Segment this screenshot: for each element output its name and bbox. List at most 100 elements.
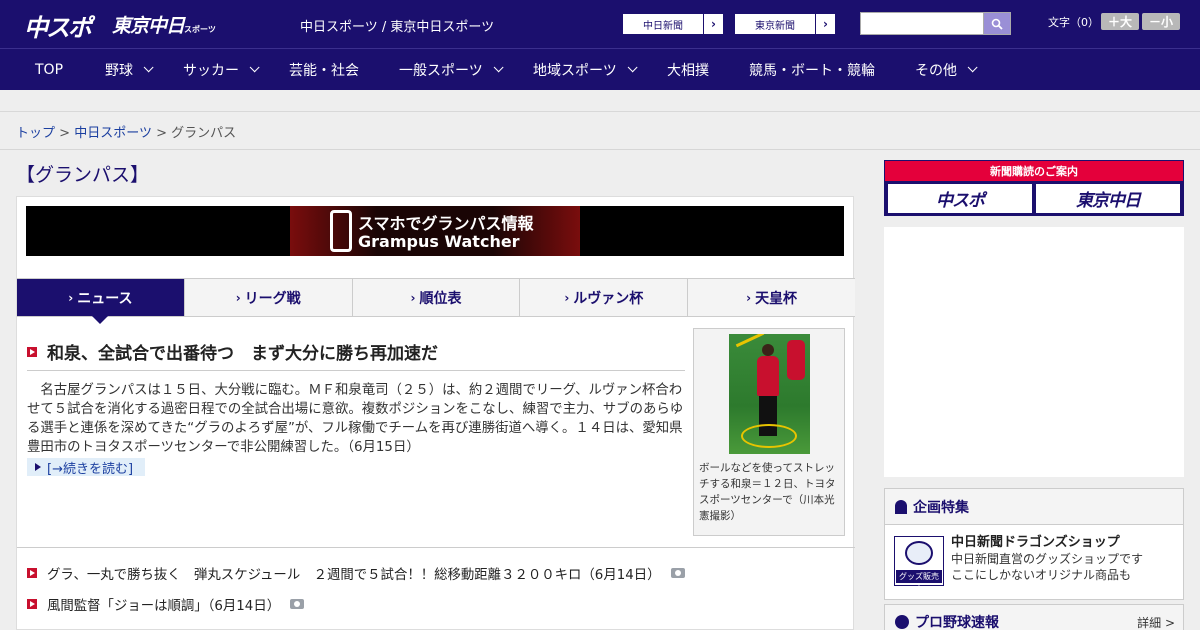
nav-racing-label: 競馬・ボート・競輪 bbox=[749, 62, 875, 79]
chevron-right-icon: › bbox=[815, 14, 835, 34]
breadcrumb-home[interactable]: トップ bbox=[16, 126, 55, 141]
article-body: 名古屋グランパスは１５日、大分戦に臨む。ＭＦ和泉竜司（２５）は、約２週間でリーグ… bbox=[27, 383, 684, 455]
font-size-label: 文字（0） bbox=[1048, 16, 1099, 29]
grampus-watcher-banner[interactable]: スマホでグランパス情報 Grampus Watcher bbox=[26, 206, 844, 256]
shop-desc-line1: 中日新聞直営のグッズショップです bbox=[951, 552, 1144, 566]
nav-entertainment[interactable]: 芸能・社会 bbox=[289, 49, 359, 90]
subscription-banner: 新聞購読のご案内 中スポ 東京中日 bbox=[884, 160, 1184, 216]
headline-divider bbox=[27, 370, 685, 371]
page-title: 【グランパス】 bbox=[16, 164, 150, 186]
nav-local-sports[interactable]: 地域スポーツ bbox=[533, 49, 638, 90]
list-item[interactable]: 風間監督「ジョーは順調」（6月14日） bbox=[27, 594, 305, 614]
nav-sumo-label: 大相撲 bbox=[667, 62, 709, 79]
nav-general-sports[interactable]: 一般スポーツ bbox=[399, 49, 504, 90]
chevron-down-icon bbox=[493, 62, 504, 73]
nav-sumo[interactable]: 大相撲 bbox=[667, 49, 709, 90]
chevron-down-icon bbox=[967, 62, 978, 73]
chevron-right-icon: › bbox=[564, 290, 570, 305]
shop-desc-line2: ここにしかないオリジナル商品も bbox=[951, 568, 1132, 582]
nav-soccer-label: サッカー bbox=[183, 62, 239, 79]
tokyo-chunichi-logo[interactable]: 東京中日スポーツ bbox=[112, 11, 216, 38]
tab-emperors-cup[interactable]: › 天皇杯 bbox=[688, 279, 855, 316]
tab-news-label: ニュース bbox=[77, 290, 133, 307]
promo-line2: Grampus Watcher bbox=[358, 232, 520, 251]
photo-figure bbox=[757, 356, 779, 396]
chevron-down-icon bbox=[249, 62, 260, 73]
read-more-label: [→続きを読む] bbox=[47, 461, 134, 477]
dragons-shop-thumbnail[interactable]: グッズ販売中 bbox=[894, 536, 944, 594]
dragons-shop-desc: 中日新聞直営のグッズショップです ここにしかないオリジナル商品も bbox=[951, 551, 1143, 583]
tokyo-shimbun-link[interactable]: 東京新聞 › bbox=[734, 13, 836, 35]
nav-top-label: TOP bbox=[35, 61, 64, 78]
tab-standings[interactable]: › 順位表 bbox=[352, 279, 521, 316]
site-name: 中日スポーツ / 東京中日スポーツ bbox=[300, 20, 495, 35]
photo-bg-figure bbox=[787, 340, 805, 380]
chevron-down-icon bbox=[627, 62, 638, 73]
subscribe-tokyo-button[interactable]: 東京中日 bbox=[1036, 184, 1180, 213]
font-size-up-button[interactable]: ＋大 bbox=[1101, 13, 1139, 30]
chevron-right-icon: › bbox=[703, 14, 723, 34]
feature-widget: 企画特集 グッズ販売中 中日新聞ドラゴンズショップ 中日新聞直営のグッズショップ… bbox=[884, 488, 1184, 600]
article-photo-box: ボールなどを使ってストレッチする和泉＝１２日、トヨタスポーツセンターで（川本光憲… bbox=[693, 328, 845, 536]
baseball-score-widget: プロ野球速報 詳細 > bbox=[884, 604, 1184, 630]
smartphone-icon bbox=[330, 210, 352, 252]
bullet-arrow-icon bbox=[27, 599, 37, 609]
search-button[interactable] bbox=[983, 12, 1011, 35]
nav-local-sports-label: 地域スポーツ bbox=[533, 62, 617, 79]
nav-other-label: その他 bbox=[915, 62, 957, 79]
nav-racing[interactable]: 競馬・ボート・競輪 bbox=[749, 49, 875, 90]
main-nav: TOP 野球 サッカー 芸能・社会 一般スポーツ 地域スポーツ 大相撲 競馬・ボ… bbox=[0, 48, 1200, 90]
breadcrumb-separator: > bbox=[156, 126, 167, 141]
camera-icon bbox=[290, 599, 305, 609]
dragons-shop-title[interactable]: 中日新聞ドラゴンズショップ bbox=[951, 531, 1120, 550]
chevron-right-icon: › bbox=[68, 290, 74, 305]
photo-caption: ボールなどを使ってストレッチする和泉＝１２日、トヨタスポーツセンターで（川本光憲… bbox=[699, 462, 836, 522]
article-photo[interactable] bbox=[729, 334, 810, 454]
tab-league[interactable]: › リーグ戦 bbox=[184, 279, 353, 316]
nav-baseball-label: 野球 bbox=[105, 62, 133, 79]
nav-baseball[interactable]: 野球 bbox=[105, 49, 154, 90]
article-headline[interactable]: 和泉、全試合で出番待つ まず大分に勝ち再加速だ bbox=[47, 339, 438, 364]
tokyo-shimbun-label: 東京新聞 bbox=[755, 20, 795, 32]
ad-slot bbox=[884, 227, 1184, 477]
list-item[interactable]: グラ、一丸で勝ち抜く 弾丸スケジュール ２週間で５試合！！総移動距離３２００キロ… bbox=[27, 563, 685, 583]
subscribe-chuspo-button[interactable]: 中スポ bbox=[888, 184, 1032, 213]
baseball-widget-header: プロ野球速報 詳細 > bbox=[885, 605, 1183, 630]
nav-top[interactable]: TOP bbox=[35, 49, 63, 90]
news-list-divider bbox=[17, 547, 855, 548]
camera-icon bbox=[670, 568, 685, 578]
nav-soccer[interactable]: サッカー bbox=[183, 49, 260, 90]
nav-general-sports-label: 一般スポーツ bbox=[399, 62, 483, 79]
chevron-right-icon: › bbox=[746, 290, 752, 305]
chunichi-shimbun-link[interactable]: 中日新聞 › bbox=[622, 13, 724, 35]
baseball-more-link[interactable]: 詳細 > bbox=[1137, 614, 1175, 630]
nav-other[interactable]: その他 bbox=[915, 49, 978, 90]
tokyo-logo-sub: スポーツ bbox=[184, 25, 216, 34]
tab-standings-label: 順位表 bbox=[419, 290, 462, 307]
feature-widget-header: 企画特集 bbox=[885, 489, 1183, 525]
baseball-icon bbox=[895, 615, 909, 629]
breadcrumb-section[interactable]: 中日スポーツ bbox=[74, 126, 152, 141]
triangle-right-icon bbox=[35, 463, 41, 471]
tokyo-logo-main: 東京中日 bbox=[112, 15, 185, 37]
photo-ring bbox=[741, 424, 797, 448]
read-more-link[interactable]: [→続きを読む] bbox=[27, 458, 146, 477]
medal-icon bbox=[895, 499, 907, 514]
chuspo-logo[interactable]: 中スポ bbox=[24, 8, 92, 43]
breadcrumb-separator: > bbox=[59, 126, 71, 141]
breadcrumb-current: グランパス bbox=[171, 126, 237, 141]
sub-nav-strip bbox=[0, 90, 1200, 112]
chunichi-shimbun-label: 中日新聞 bbox=[643, 20, 683, 32]
tab-emperors-cup-label: 天皇杯 bbox=[755, 290, 798, 307]
search-input[interactable] bbox=[860, 12, 984, 35]
chevron-down-icon bbox=[143, 62, 154, 73]
font-size-down-button[interactable]: －小 bbox=[1142, 13, 1180, 30]
bullet-arrow-icon bbox=[27, 568, 37, 578]
tab-levain-cup[interactable]: › ルヴァン杯 bbox=[520, 279, 689, 316]
chevron-right-icon: › bbox=[410, 290, 416, 305]
news-item-title: 風間監督「ジョーは順調」（6月14日） bbox=[47, 599, 281, 614]
mascot-icon bbox=[905, 541, 933, 565]
search-icon bbox=[991, 18, 1003, 30]
photo-bar bbox=[735, 334, 765, 348]
tab-news[interactable]: › ニュース bbox=[17, 279, 185, 324]
